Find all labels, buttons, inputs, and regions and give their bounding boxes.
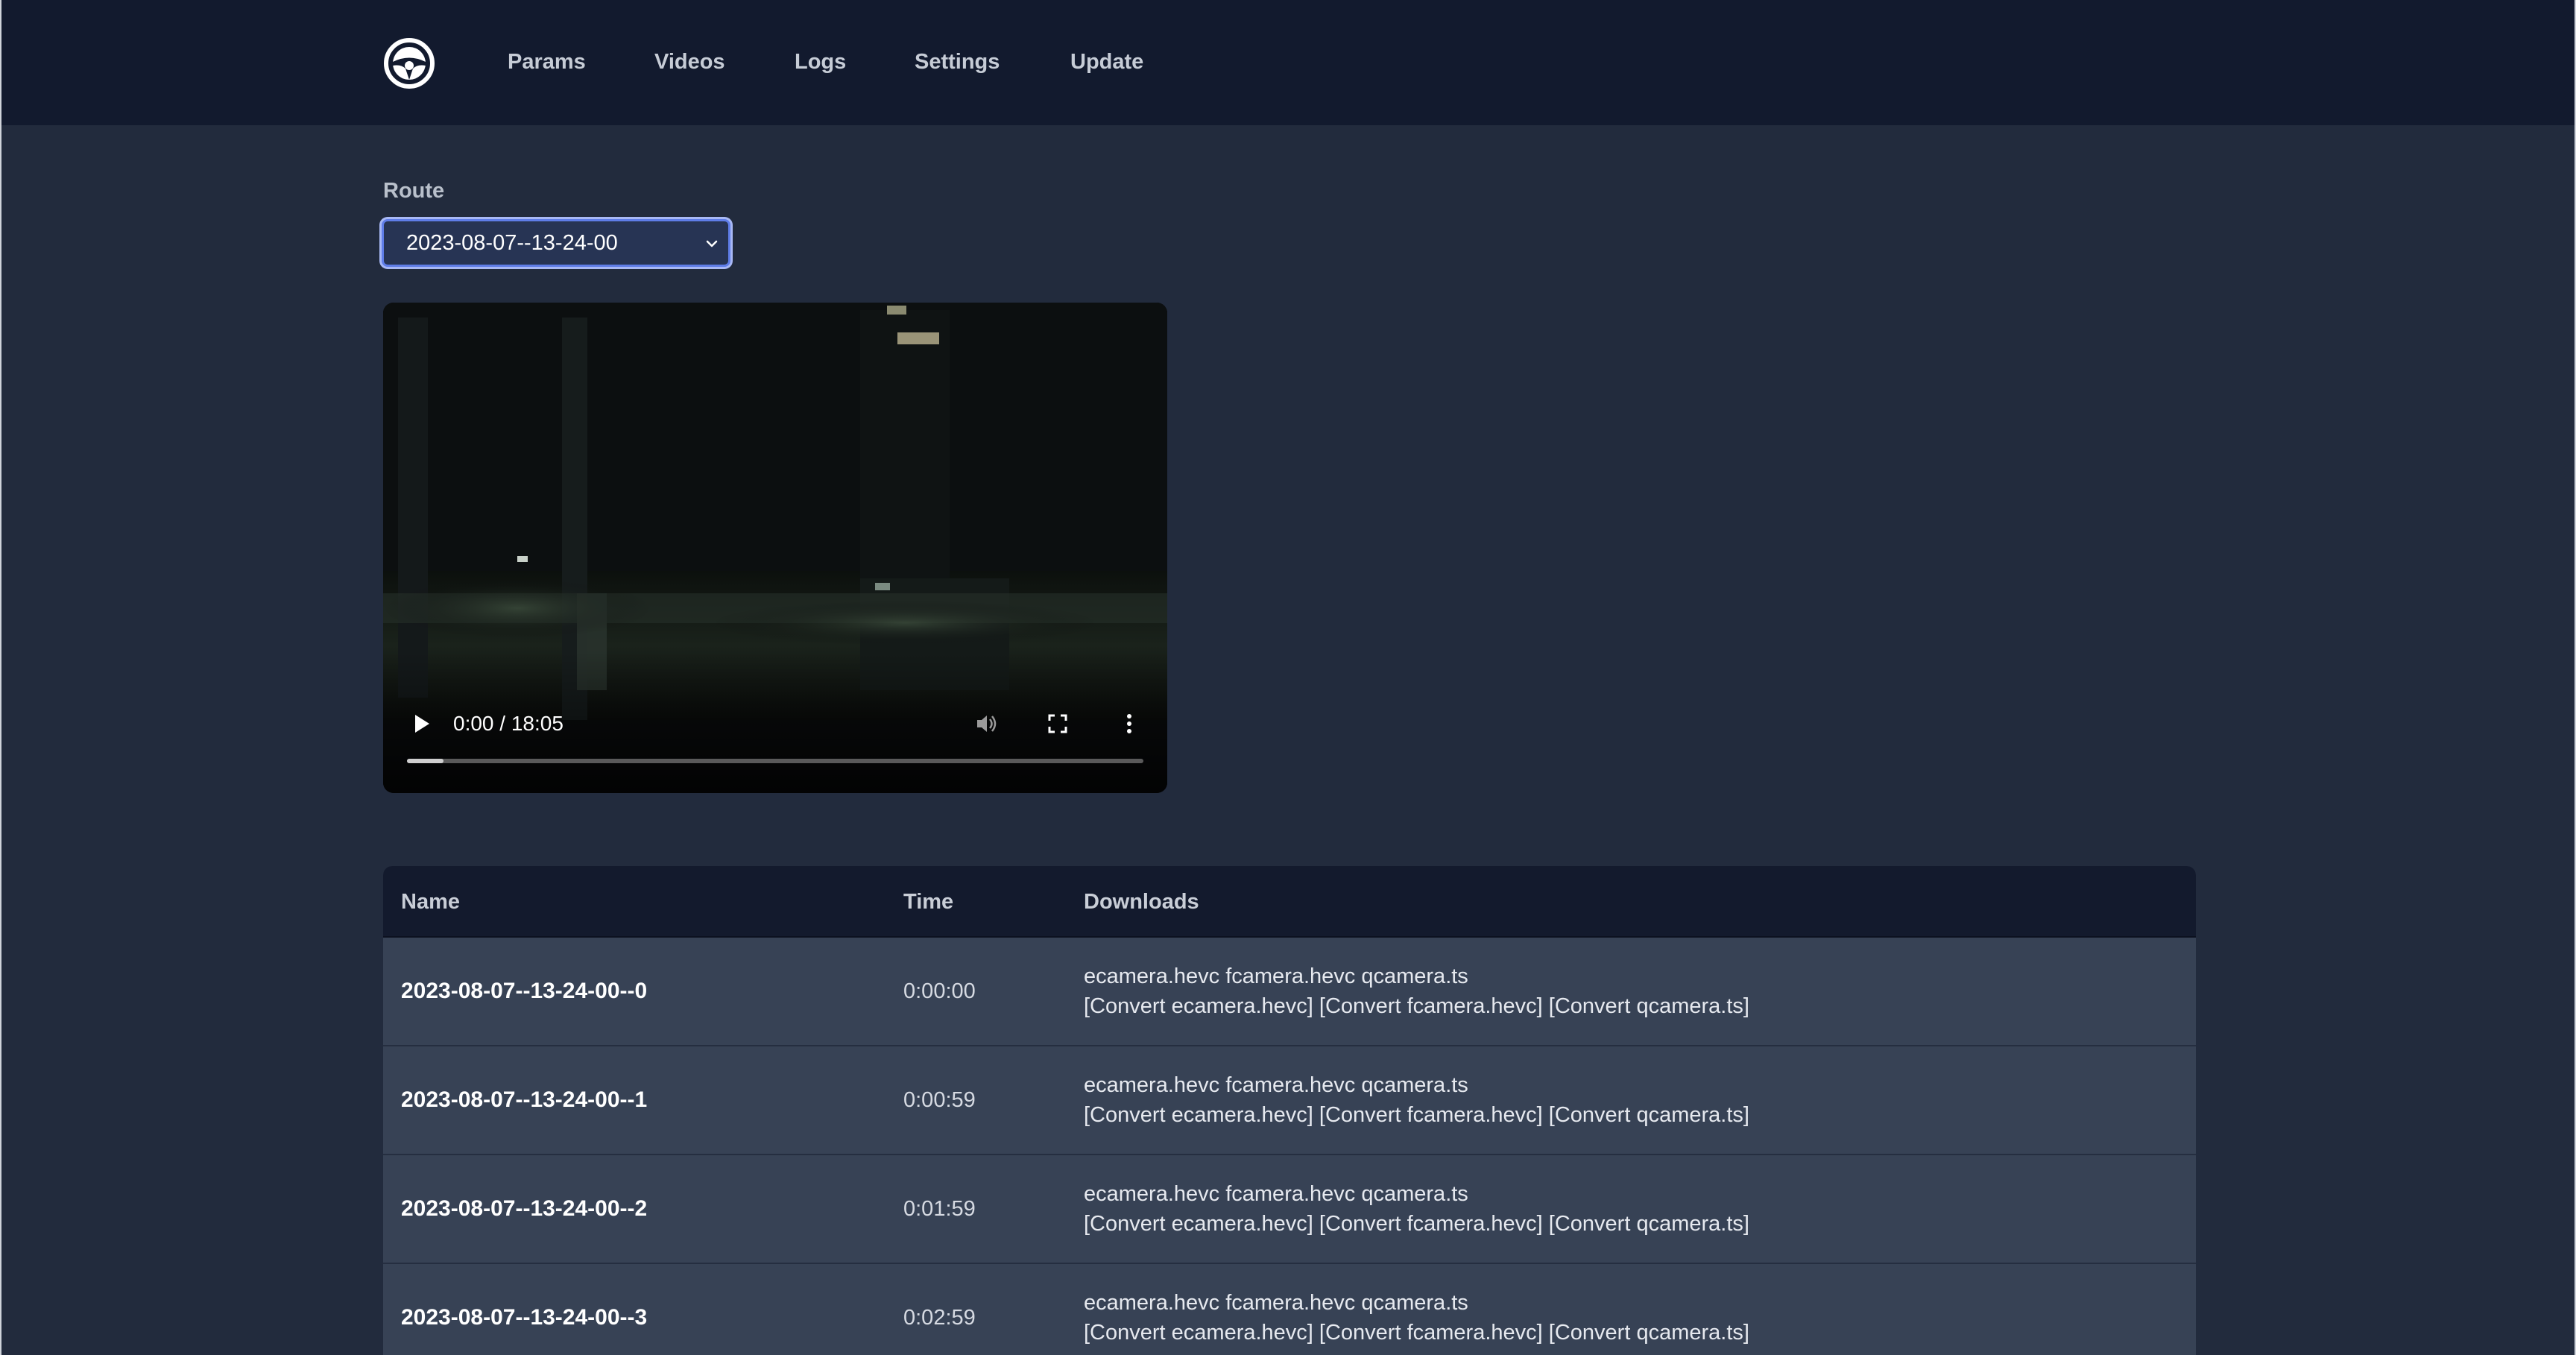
column-header-downloads: Downloads xyxy=(1084,890,1199,914)
segment-name: 2023-08-07--13-24-00--1 xyxy=(401,1087,648,1112)
convert-fcamera-link[interactable]: [Convert fcamera.hevc] xyxy=(1319,1321,1543,1345)
table-row: 2023-08-07--13-24-00--0 0:00:00 ecamera.… xyxy=(383,938,2196,1046)
nav-params[interactable]: Params xyxy=(508,47,586,77)
video-time: 0:00 / 18:05 xyxy=(453,712,564,735)
segment-time: 0:00:59 xyxy=(903,1088,976,1112)
convert-qcamera-link[interactable]: [Convert qcamera.ts] xyxy=(1549,994,1749,1018)
download-qcamera-link[interactable]: qcamera.ts xyxy=(1361,1073,1468,1097)
download-qcamera-link[interactable]: qcamera.ts xyxy=(1361,1291,1468,1315)
convert-qcamera-link[interactable]: [Convert qcamera.ts] xyxy=(1549,1321,1749,1345)
more-vert-icon[interactable] xyxy=(1115,710,1143,738)
nav-update[interactable]: Update xyxy=(1070,47,1143,77)
download-qcamera-link[interactable]: qcamera.ts xyxy=(1361,1182,1468,1206)
nav-logs[interactable]: Logs xyxy=(795,47,846,77)
table-row: 2023-08-07--13-24-00--1 0:00:59 ecamera.… xyxy=(383,1046,2196,1155)
route-label: Route xyxy=(383,179,445,203)
video-progress-bar[interactable] xyxy=(407,759,1143,763)
convert-ecamera-link[interactable]: [Convert ecamera.hevc] xyxy=(1084,1212,1313,1236)
route-select[interactable]: 2023-08-07--13-24-00 xyxy=(382,219,730,267)
column-header-name: Name xyxy=(401,890,460,914)
convert-fcamera-link[interactable]: [Convert fcamera.hevc] xyxy=(1319,994,1543,1018)
download-ecamera-link[interactable]: ecamera.hevc xyxy=(1084,964,1219,988)
table-row: 2023-08-07--13-24-00--3 0:02:59 ecamera.… xyxy=(383,1264,2196,1355)
segment-downloads: ecamera.hevc fcamera.hevc qcamera.ts [Co… xyxy=(1084,1070,1749,1130)
video-player[interactable]: 0:00 / 18:05 xyxy=(383,303,1167,793)
segment-time: 0:02:59 xyxy=(903,1306,976,1330)
nav-videos[interactable]: Videos xyxy=(654,47,725,77)
segment-time: 0:00:00 xyxy=(903,979,976,1003)
convert-qcamera-link[interactable]: [Convert qcamera.ts] xyxy=(1549,1103,1749,1127)
play-icon[interactable] xyxy=(408,711,434,736)
segment-name: 2023-08-07--13-24-00--3 xyxy=(401,1305,648,1330)
download-ecamera-link[interactable]: ecamera.hevc xyxy=(1084,1182,1219,1206)
convert-ecamera-link[interactable]: [Convert ecamera.hevc] xyxy=(1084,994,1313,1018)
column-header-time: Time xyxy=(903,890,954,914)
route-select-value: 2023-08-07--13-24-00 xyxy=(406,230,618,255)
segment-time: 0:01:59 xyxy=(903,1197,976,1221)
convert-ecamera-link[interactable]: [Convert ecamera.hevc] xyxy=(1084,1103,1313,1127)
video-buffer xyxy=(407,759,444,763)
download-fcamera-link[interactable]: fcamera.hevc xyxy=(1225,964,1355,988)
convert-fcamera-link[interactable]: [Convert fcamera.hevc] xyxy=(1319,1103,1543,1127)
download-ecamera-link[interactable]: ecamera.hevc xyxy=(1084,1073,1219,1097)
steering-wheel-icon[interactable] xyxy=(383,37,435,89)
volume-icon[interactable] xyxy=(972,710,1000,738)
download-fcamera-link[interactable]: fcamera.hevc xyxy=(1225,1291,1355,1315)
download-fcamera-link[interactable]: fcamera.hevc xyxy=(1225,1073,1355,1097)
segment-downloads: ecamera.hevc fcamera.hevc qcamera.ts [Co… xyxy=(1084,1288,1749,1348)
segment-downloads: ecamera.hevc fcamera.hevc qcamera.ts [Co… xyxy=(1084,1179,1749,1239)
convert-fcamera-link[interactable]: [Convert fcamera.hevc] xyxy=(1319,1212,1543,1236)
convert-qcamera-link[interactable]: [Convert qcamera.ts] xyxy=(1549,1212,1749,1236)
fullscreen-icon[interactable] xyxy=(1044,710,1072,738)
segment-name: 2023-08-07--13-24-00--2 xyxy=(401,1196,648,1221)
table-header: Name Time Downloads xyxy=(383,866,2196,938)
top-navbar: Params Videos Logs Settings Update xyxy=(1,0,2575,125)
chevron-down-icon xyxy=(706,240,718,247)
download-fcamera-link[interactable]: fcamera.hevc xyxy=(1225,1182,1355,1206)
download-ecamera-link[interactable]: ecamera.hevc xyxy=(1084,1291,1219,1315)
nav-settings[interactable]: Settings xyxy=(915,47,1000,77)
table-row: 2023-08-07--13-24-00--2 0:01:59 ecamera.… xyxy=(383,1155,2196,1264)
convert-ecamera-link[interactable]: [Convert ecamera.hevc] xyxy=(1084,1321,1313,1345)
download-qcamera-link[interactable]: qcamera.ts xyxy=(1361,964,1468,988)
segment-name: 2023-08-07--13-24-00--0 xyxy=(401,979,648,1003)
segment-downloads: ecamera.hevc fcamera.hevc qcamera.ts [Co… xyxy=(1084,961,1749,1021)
segments-table: Name Time Downloads 2023-08-07--13-24-00… xyxy=(383,866,2196,1355)
app-window: Params Videos Logs Settings Update Route… xyxy=(0,0,2576,1355)
